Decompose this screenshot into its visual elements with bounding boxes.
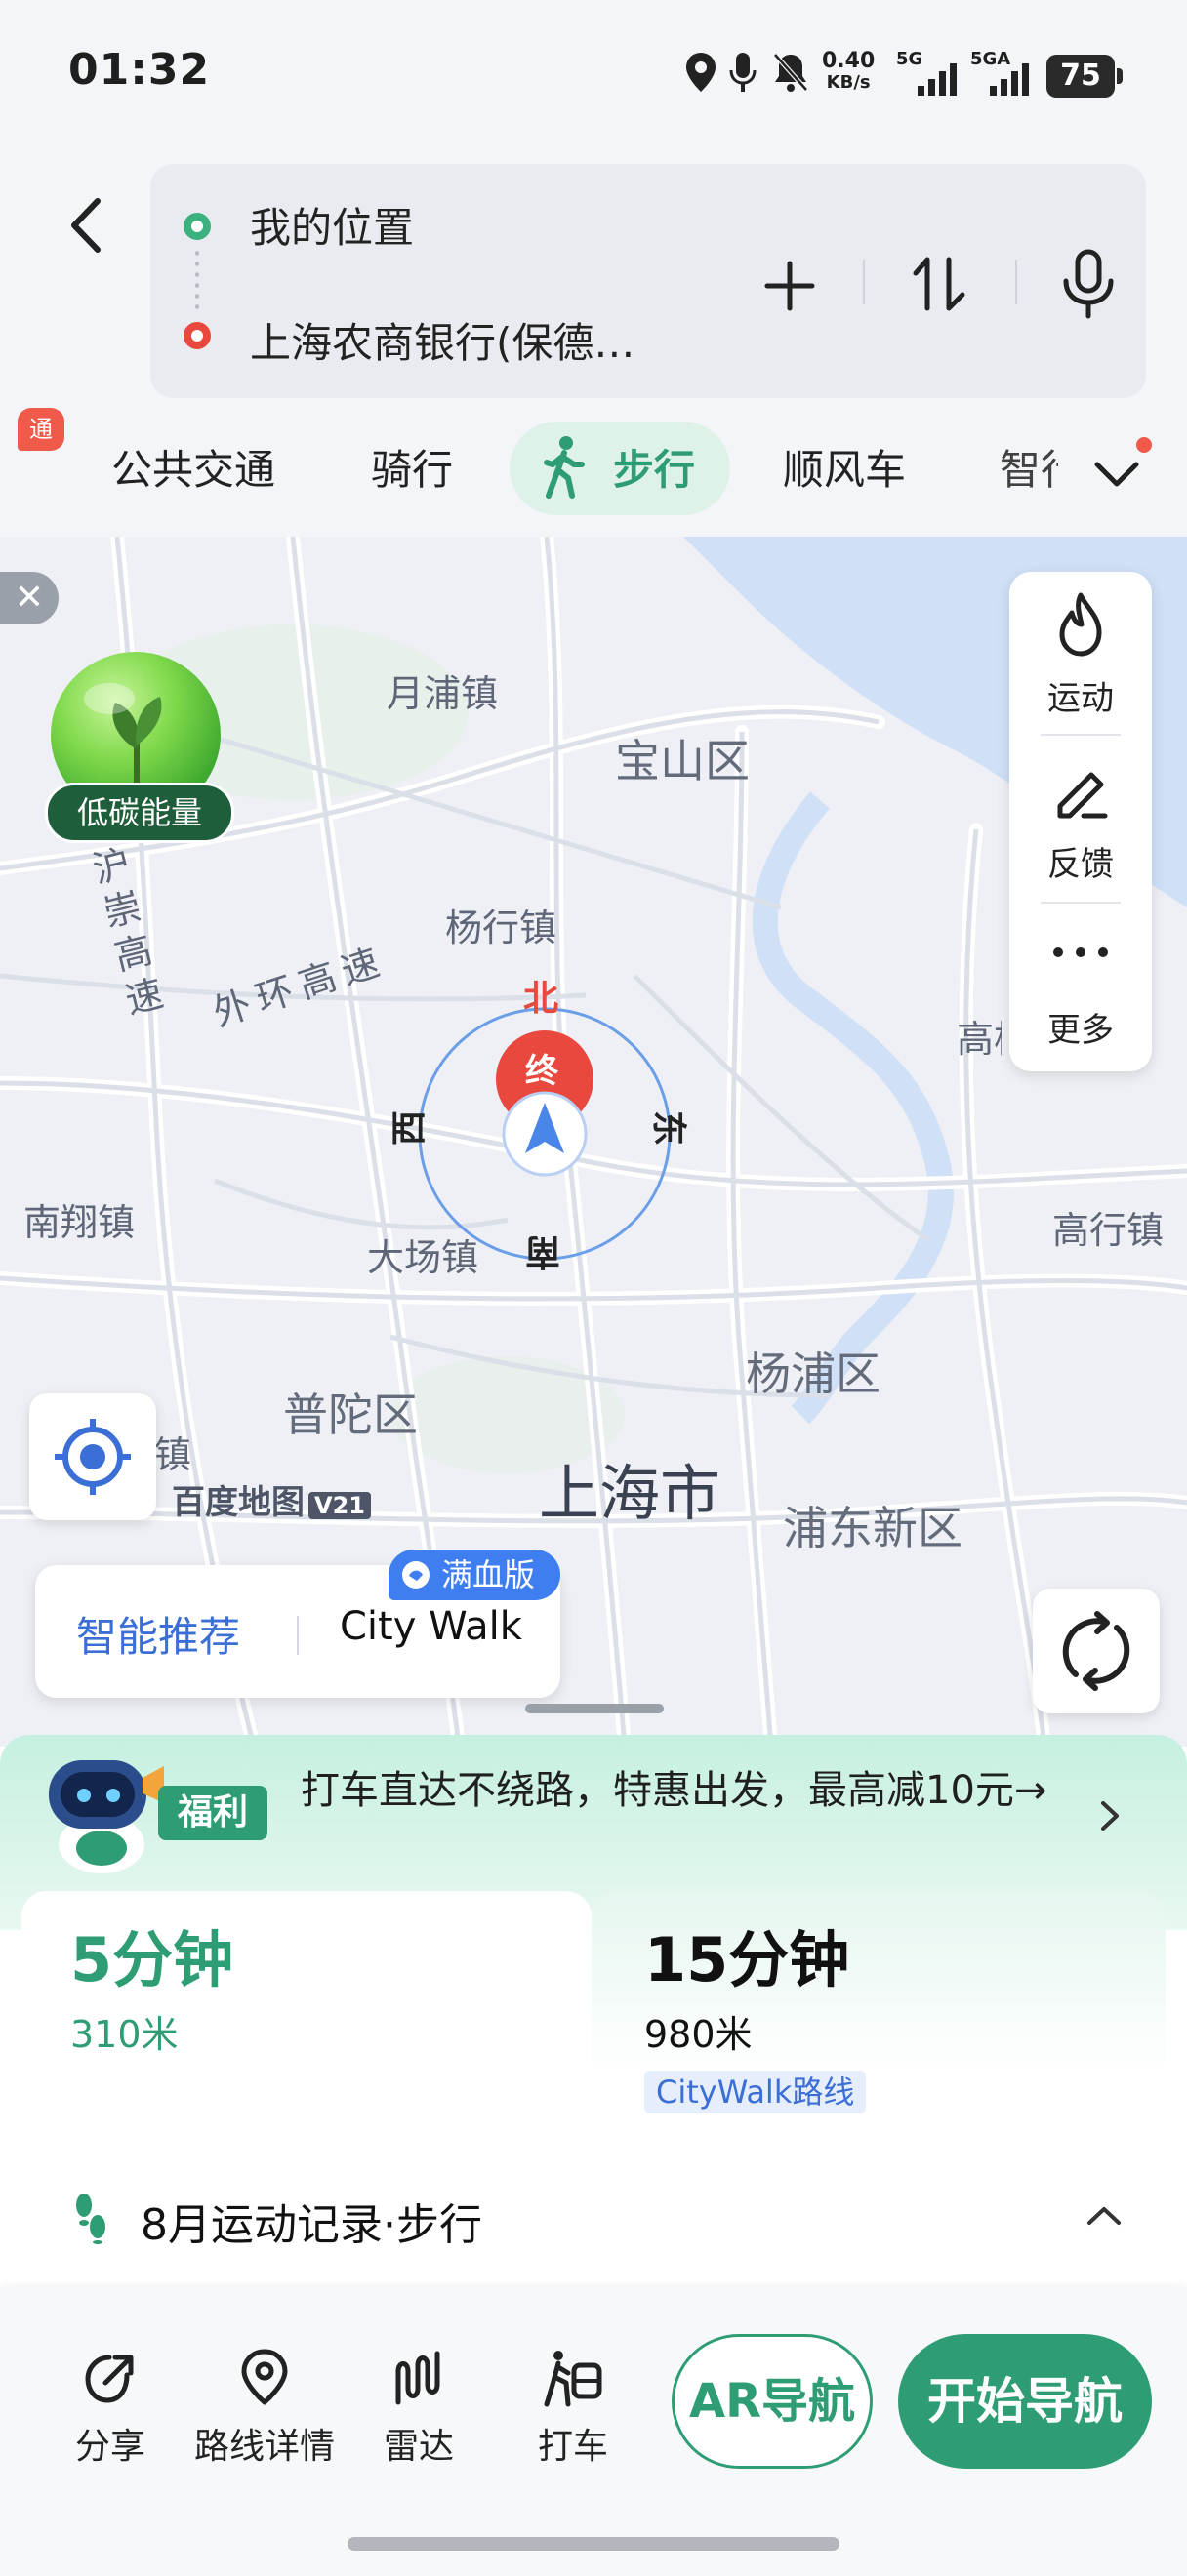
taxi-button[interactable]: 打车 (490, 2418, 656, 2469)
drag-handle[interactable] (525, 1704, 664, 1713)
clock: 01:32 (68, 45, 211, 95)
destination-dot (184, 322, 211, 349)
citywalk-tab[interactable]: City Walk (340, 1604, 522, 1649)
route-details-icon (241, 2349, 288, 2405)
divider (1041, 902, 1121, 904)
signal-icon (918, 63, 957, 96)
swap-icon[interactable] (906, 250, 974, 318)
map-label-gaohang: 高行镇 (1052, 1209, 1165, 1252)
partner-badge[interactable]: 通 (18, 408, 64, 451)
route-details-button[interactable]: 路线详情 (182, 2418, 348, 2469)
map-label-putuo: 普陀区 (283, 1389, 418, 1441)
tab-walking-label: 步行 (613, 446, 696, 494)
welfare-tag: 福利 (158, 1786, 267, 1840)
compass-south: 南 (525, 1231, 561, 1271)
compass-west: 西 (389, 1109, 430, 1147)
route-1-distance: 310米 (70, 2013, 179, 2056)
mic-status-icon (729, 53, 757, 92)
map-label-shanghai: 上海市 (539, 1458, 721, 1529)
route-2-tag: CityWalk路线 (644, 2071, 867, 2113)
flame-icon (1059, 592, 1102, 657)
location-icon (686, 53, 716, 92)
more-icon (1053, 947, 1108, 957)
footprint-icon (76, 2194, 105, 2244)
side-item-feedback[interactable]: 反馈 (1009, 837, 1152, 885)
close-icon[interactable]: ✕ (0, 572, 59, 624)
low-carbon-label[interactable]: 低碳能量 (45, 783, 234, 843)
map-label-zhen: 镇 (154, 1433, 192, 1476)
route-1-time: 5分钟 (70, 1924, 234, 1995)
tab-smart[interactable]: 智行 (1000, 437, 1058, 497)
home-indicator[interactable] (348, 2537, 839, 2551)
mascot-icon (49, 1760, 164, 1873)
compass-east: 东 (648, 1109, 689, 1147)
locate-icon (55, 1419, 131, 1495)
locate-button[interactable] (29, 1393, 156, 1520)
map-label-yangpu: 杨浦区 (746, 1348, 880, 1400)
banner-text: 打车直达不绕路，特惠出发，最高减10元→ (301, 1768, 1047, 1813)
add-stop-icon[interactable] (756, 252, 824, 320)
route-2-distance: 980米 (644, 2013, 753, 2056)
route-2-time: 15分钟 (644, 1924, 850, 1995)
side-item-exercise[interactable]: 运动 (1009, 671, 1152, 719)
taxi-icon (544, 2351, 602, 2407)
map-logo: 百度地图 V21 (172, 1475, 371, 1523)
start-navigation-button[interactable]: 开始导航 (898, 2334, 1152, 2469)
divider (1015, 260, 1017, 304)
origin-field[interactable]: 我的位置 (250, 195, 414, 255)
divider (1041, 734, 1121, 736)
walk-icon (544, 436, 585, 499)
share-button[interactable]: 分享 (27, 2418, 193, 2469)
side-item-more[interactable]: 更多 (1009, 1003, 1152, 1051)
map-label-yanghang: 杨行镇 (445, 906, 557, 949)
chevron-right-icon (1101, 1801, 1119, 1831)
share-icon (85, 2355, 134, 2403)
origin-dot (184, 213, 211, 240)
map-label-yuepu: 月浦镇 (387, 672, 499, 715)
net-speed: 0.40 KB/s (822, 49, 876, 94)
map-label-nanxiang: 南翔镇 (23, 1201, 136, 1244)
compass-end-marker: 终 (525, 1052, 558, 1091)
tab-carpool[interactable]: 顺风车 (783, 437, 906, 497)
route-connector (195, 248, 199, 312)
refresh-route-button[interactable] (1033, 1589, 1160, 1713)
radar-icon (395, 2351, 440, 2405)
battery-indicator: 75 (1046, 55, 1123, 98)
ar-navigation-button[interactable]: AR导航 (672, 2334, 873, 2469)
smart-recommend-tab[interactable]: 智能推荐 (76, 1604, 240, 1664)
radar-button[interactable]: 雷达 (336, 2418, 502, 2469)
voice-input-icon[interactable] (1054, 246, 1123, 320)
exercise-record-text: 8月运动记录·步行 (141, 2200, 482, 2250)
notification-dot (1136, 437, 1152, 453)
tab-cycling[interactable]: 骑行 (371, 437, 453, 497)
back-icon[interactable] (57, 191, 115, 260)
map-label-pudong: 浦东新区 (783, 1502, 962, 1554)
refresh-icon (1062, 1611, 1130, 1691)
chevron-up-icon[interactable] (1084, 2201, 1125, 2231)
edit-icon (1057, 772, 1108, 819)
compass-north: 北 (523, 979, 559, 1019)
full-version-badge: 满血版 (389, 1550, 560, 1600)
map-label-baoshan: 宝山区 (615, 735, 750, 787)
map-label-dachang: 大场镇 (367, 1236, 479, 1279)
ai-badge-icon (402, 1561, 430, 1589)
signal-icon-2 (990, 63, 1029, 96)
divider (863, 260, 865, 304)
chevron-down-icon[interactable] (1087, 445, 1146, 503)
divider (297, 1616, 299, 1655)
tab-public-transit[interactable]: 公共交通 (111, 437, 275, 497)
map-label-gaoqiao: 高桥 (957, 1018, 1002, 1061)
mute-bell-icon (773, 53, 808, 92)
destination-field[interactable]: 上海农商银行(保德… (250, 310, 634, 370)
